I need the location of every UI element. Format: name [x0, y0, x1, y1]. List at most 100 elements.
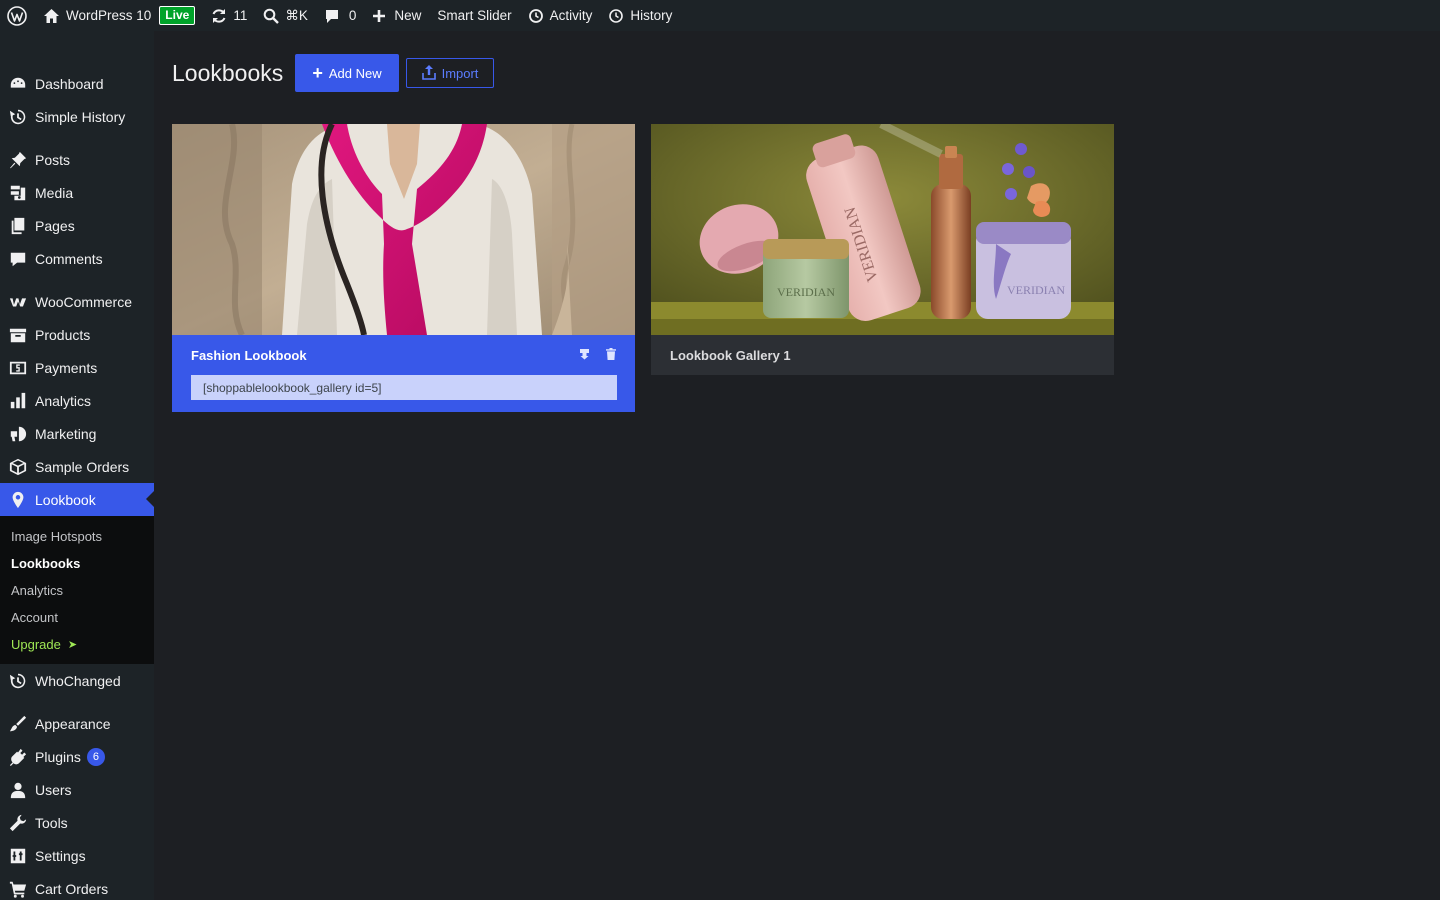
- plus-icon: +: [312, 63, 323, 83]
- sidebar-item-media[interactable]: Media: [0, 176, 154, 209]
- history-link[interactable]: History: [600, 0, 680, 31]
- sidebar-item-tools[interactable]: Tools: [0, 806, 154, 839]
- history-icon: [8, 107, 28, 127]
- sidebar-item-posts[interactable]: Posts: [0, 143, 154, 176]
- history-icon: [8, 671, 28, 691]
- shortcode-field[interactable]: [shoppablelookbook_gallery id=5]: [191, 375, 617, 400]
- import-button[interactable]: Import: [406, 58, 494, 88]
- site-name-link[interactable]: WordPress 10 Live: [35, 0, 203, 31]
- sidebar-item-label: Tools: [35, 814, 68, 831]
- sidebar-item-dashboard[interactable]: Dashboard: [0, 67, 154, 100]
- add-new-button[interactable]: + Add New: [295, 54, 399, 92]
- search-shortcut: ⌘K: [285, 7, 308, 23]
- sidebar-item-simple-history[interactable]: Simple History: [0, 100, 154, 133]
- cart-icon: [8, 879, 28, 899]
- sidebar-item-payments[interactable]: Payments: [0, 351, 154, 384]
- updates-link[interactable]: 11: [203, 0, 255, 31]
- lookbook-submenu: Image Hotspots Lookbooks Analytics Accou…: [0, 516, 154, 664]
- sidebar-item-label: Media: [35, 184, 74, 201]
- sidebar-item-analytics[interactable]: Analytics: [0, 384, 154, 417]
- activity-label: Activity: [549, 8, 593, 23]
- sidebar-item-label: Dashboard: [35, 75, 104, 92]
- megaphone-icon: [8, 424, 28, 444]
- sidebar-item-pages[interactable]: Pages: [0, 209, 154, 242]
- live-badge: Live: [159, 6, 196, 25]
- home-icon: [43, 8, 60, 24]
- lookbook-title[interactable]: Lookbook Gallery 1: [670, 348, 791, 363]
- activity-link[interactable]: Activity: [520, 0, 601, 31]
- product-label-text: VERIDIAN: [777, 285, 835, 299]
- comment-icon: [8, 249, 28, 269]
- comment-icon: [324, 8, 340, 24]
- updates-count: 11: [233, 8, 248, 23]
- pin-icon: [8, 150, 28, 170]
- sidebar-item-label: Cart Orders: [35, 880, 109, 897]
- arrow-right-icon: ➤: [67, 639, 78, 651]
- sidebar-item-lookbook[interactable]: Lookbook: [0, 483, 154, 516]
- sidebar-item-label: Lookbook: [35, 491, 96, 508]
- sidebar-item-label: WooCommerce: [35, 293, 132, 310]
- lookbook-card[interactable]: VERIDIAN VERIDIAN VERIDIAN Lookbook Gall…: [651, 124, 1114, 375]
- sidebar-item-cart-orders[interactable]: Cart Orders: [0, 872, 154, 900]
- smart-slider-label: Smart Slider: [437, 8, 512, 23]
- user-icon: [8, 780, 28, 800]
- sidebar-item-label: Products: [35, 326, 91, 343]
- new-content-link[interactable]: New: [364, 0, 429, 31]
- sidebar-item-label: Comments: [35, 250, 103, 267]
- admin-bar: WordPress 10 Live 11 ⌘K 0 New Smart Slid…: [0, 0, 1440, 31]
- sidebar-item-users[interactable]: Users: [0, 773, 154, 806]
- settings-icon: [8, 846, 28, 866]
- sidebar-item-woocommerce[interactable]: WooCommerce: [0, 285, 154, 318]
- lookbook-thumbnail[interactable]: VERIDIAN VERIDIAN VERIDIAN: [651, 124, 1114, 335]
- upload-icon: [421, 64, 442, 83]
- box-icon: [8, 457, 28, 477]
- lookbook-title[interactable]: Fashion Lookbook: [191, 348, 307, 363]
- woo-icon: [8, 292, 28, 312]
- wordpress-logo-icon[interactable]: [0, 0, 35, 31]
- sidebar-item-label: Marketing: [35, 425, 97, 442]
- submenu-item-upgrade[interactable]: Upgrade ➤: [0, 631, 154, 658]
- trash-icon[interactable]: [606, 347, 616, 363]
- main-content: Lookbooks + Add New Import Fashion Lookb…: [154, 31, 1440, 900]
- payments-icon: [8, 358, 28, 378]
- sidebar-item-label: Pages: [35, 217, 75, 234]
- sidebar-item-settings[interactable]: Settings: [0, 839, 154, 872]
- chart-bar-icon: [8, 391, 28, 411]
- sidebar-item-comments[interactable]: Comments: [0, 242, 154, 275]
- sidebar-item-products[interactable]: Products: [0, 318, 154, 351]
- pages-icon: [8, 216, 28, 236]
- comments-link[interactable]: 0: [316, 0, 365, 31]
- plugins-update-badge: 6: [86, 747, 105, 766]
- site-name: WordPress 10: [66, 8, 152, 23]
- submenu-item-account[interactable]: Account: [0, 604, 154, 631]
- import-label: Import: [441, 65, 479, 81]
- sidebar-item-appearance[interactable]: Appearance: [0, 707, 154, 740]
- lookbook-card-footer: Fashion Lookbook: [172, 335, 635, 375]
- download-icon[interactable]: [579, 348, 590, 363]
- history-icon: [608, 8, 624, 24]
- dashboard-icon: [8, 74, 28, 94]
- brush-icon: [8, 714, 28, 734]
- upgrade-label: Upgrade: [11, 637, 61, 652]
- lookbook-card-footer: Lookbook Gallery 1: [651, 335, 1114, 375]
- sidebar-item-label: Users: [35, 781, 72, 798]
- archive-icon: [8, 325, 28, 345]
- sidebar-item-label: Analytics: [35, 392, 92, 409]
- submenu-item-lookbooks[interactable]: Lookbooks: [0, 550, 154, 577]
- sidebar-item-label: Posts: [35, 151, 71, 168]
- sidebar-item-sample-orders[interactable]: Sample Orders: [0, 450, 154, 483]
- add-new-label: Add New: [328, 65, 382, 81]
- plus-icon: [372, 9, 386, 23]
- lookbook-thumbnail[interactable]: [172, 124, 635, 335]
- submenu-item-image-hotspots[interactable]: Image Hotspots: [0, 523, 154, 550]
- sidebar-item-marketing[interactable]: Marketing: [0, 417, 154, 450]
- sidebar-item-label: Appearance: [35, 715, 111, 732]
- command-search[interactable]: ⌘K: [255, 0, 316, 31]
- lookbook-card[interactable]: Fashion Lookbook [shoppablelookbook_gall…: [172, 124, 635, 412]
- submenu-item-analytics[interactable]: Analytics: [0, 577, 154, 604]
- sidebar-item-whochanged[interactable]: WhoChanged: [0, 664, 154, 697]
- comments-count: 0: [348, 8, 357, 23]
- sidebar-item-label: Settings: [35, 847, 86, 864]
- sidebar-item-plugins[interactable]: Plugins 6: [0, 740, 154, 773]
- smart-slider-link[interactable]: Smart Slider: [429, 0, 519, 31]
